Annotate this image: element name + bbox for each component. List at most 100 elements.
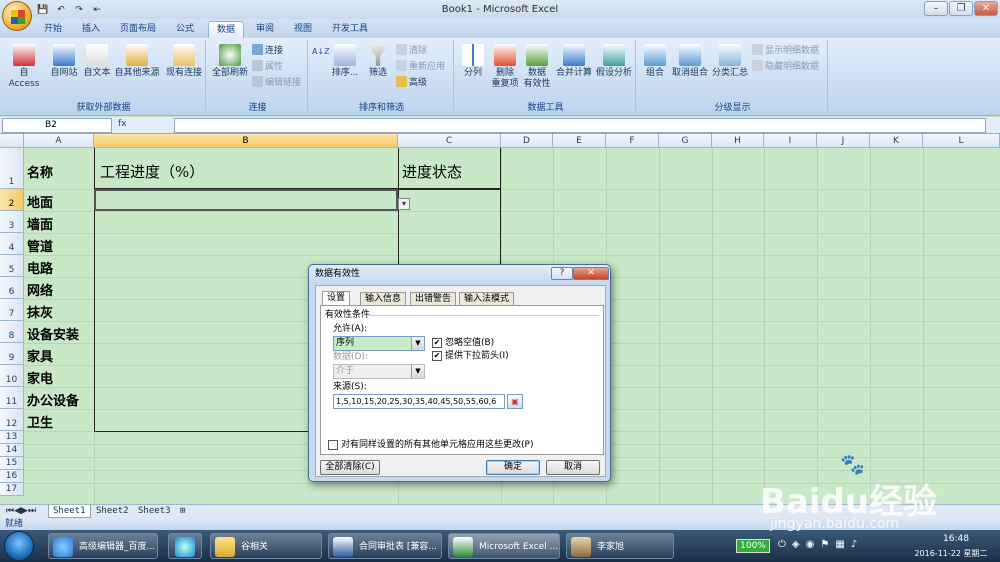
row-header-9[interactable]: 9	[0, 343, 24, 365]
sheet-tab-2[interactable]: Sheet2	[92, 505, 133, 518]
ignore-blank-checkbox[interactable]: ✔	[432, 338, 442, 348]
task-browser[interactable]: 高级编辑器_百度...	[48, 533, 158, 559]
in-cell-dropdown-checkbox[interactable]: ✔	[432, 351, 442, 361]
insert-sheet-icon[interactable]: ⊞	[176, 505, 189, 518]
tab-page-layout[interactable]: 页面布局	[112, 21, 164, 38]
column-header-e[interactable]: E	[553, 134, 606, 148]
sort-button[interactable]: 排序...	[330, 44, 360, 79]
cell-a7[interactable]: 抹灰	[27, 302, 53, 321]
customize-qat-icon[interactable]: ⇤	[90, 3, 104, 17]
sheet-tab-3[interactable]: Sheet3	[134, 505, 175, 518]
tab-insert[interactable]: 插入	[74, 21, 108, 38]
allow-dropdown[interactable]: 序列 ▼	[333, 336, 425, 351]
row-header-12[interactable]: 12	[0, 409, 24, 431]
task-image[interactable]: 李家旭	[566, 533, 674, 559]
insert-function-icon[interactable]: fx	[118, 118, 172, 133]
edit-links-button[interactable]: 编辑链接	[252, 76, 301, 89]
hide-detail-button[interactable]: 隐藏明细数据	[752, 60, 819, 73]
column-header-j[interactable]: J	[817, 134, 870, 148]
restore-button[interactable]: ❐	[949, 1, 973, 16]
dialog-close-button[interactable]: ✕	[573, 267, 609, 280]
save-icon[interactable]: 💾	[36, 3, 50, 17]
row-header-5[interactable]: 5	[0, 255, 24, 277]
plug-icon[interactable]: ⏻	[778, 539, 786, 550]
column-header-l[interactable]: L	[923, 134, 1000, 148]
sort-az-icon[interactable]: A↓Z	[312, 46, 330, 58]
dialog-help-button[interactable]: ?	[551, 267, 573, 280]
from-other-sources-button[interactable]: 自其他来源	[112, 44, 162, 79]
undo-icon[interactable]: ↶	[54, 3, 68, 17]
cell-a11[interactable]: 办公设备	[27, 390, 79, 409]
clock-time[interactable]: 16:48	[926, 534, 986, 544]
tab-review[interactable]: 审阅	[248, 21, 282, 38]
collapse-dialog-icon[interactable]: ▣	[507, 394, 523, 409]
sheet-tab-1[interactable]: Sheet1	[48, 505, 91, 518]
task-word[interactable]: 合同审批表 [兼容...	[328, 533, 442, 559]
shield-icon[interactable]: ◈	[792, 539, 800, 550]
row-header-11[interactable]: 11	[0, 387, 24, 409]
reapply-button[interactable]: 重新应用	[396, 60, 445, 73]
row-header-2[interactable]: 2	[0, 189, 24, 211]
column-header-c[interactable]: C	[398, 134, 501, 148]
cell-a5[interactable]: 电路	[27, 258, 53, 277]
column-header-h[interactable]: H	[712, 134, 764, 148]
cell-dropdown-arrow-icon[interactable]: ▾	[398, 198, 410, 210]
cell-a1[interactable]: 名称	[27, 162, 53, 181]
name-box[interactable]: B2	[2, 118, 112, 133]
task-ie[interactable]	[168, 533, 202, 559]
consolidate-button[interactable]: 合并计算	[554, 44, 594, 79]
row-header-3[interactable]: 3	[0, 211, 24, 233]
from-text-button[interactable]: 自文本	[82, 44, 112, 79]
existing-connections-button[interactable]: 现有连接	[164, 44, 204, 79]
clear-all-button[interactable]: 全部清除(C)	[320, 460, 380, 475]
cell-a4[interactable]: 管道	[27, 236, 53, 255]
cell-c1[interactable]: 进度状态	[402, 161, 462, 182]
row-header-10[interactable]: 10	[0, 365, 24, 387]
cell-a2[interactable]: 地面	[27, 192, 53, 211]
row-header-8[interactable]: 8	[0, 321, 24, 343]
connections-button[interactable]: 连接	[252, 44, 283, 57]
formula-input[interactable]	[174, 118, 986, 133]
subtotal-button[interactable]: 分类汇总	[710, 44, 750, 79]
cell-b1[interactable]: 工程进度（%）	[100, 161, 204, 182]
column-header-g[interactable]: G	[659, 134, 712, 148]
advanced-button[interactable]: 高级	[396, 76, 427, 89]
cell-a12[interactable]: 卫生	[27, 412, 53, 431]
data-validation-button[interactable]: 数据 有效性	[522, 44, 552, 90]
tab-input-message[interactable]: 输入信息	[360, 292, 407, 306]
row-header-14[interactable]: 14	[0, 444, 24, 457]
redo-icon[interactable]: ↷	[72, 3, 86, 17]
clock-date[interactable]: 2016-11-22 星期二	[902, 548, 1000, 559]
from-access-button[interactable]: 自 Access	[4, 44, 44, 90]
flag-icon[interactable]: ⚑	[820, 539, 829, 550]
remove-duplicates-button[interactable]: 删除 重复项	[490, 44, 520, 90]
apply-all-checkbox[interactable]	[328, 440, 338, 450]
cell-a9[interactable]: 家具	[27, 346, 53, 365]
cell-a10[interactable]: 家电	[27, 368, 53, 387]
start-button[interactable]	[4, 531, 34, 561]
row-header-4[interactable]: 4	[0, 233, 24, 255]
group-button[interactable]: 组合	[640, 44, 670, 79]
from-web-button[interactable]: 自网站	[46, 44, 82, 79]
office-button[interactable]	[2, 1, 32, 31]
column-header-a[interactable]: A	[24, 134, 94, 148]
row-header-16[interactable]: 16	[0, 470, 24, 483]
text-to-columns-button[interactable]: 分列	[458, 44, 488, 79]
clear-button[interactable]: 清除	[396, 44, 427, 57]
row-header-15[interactable]: 15	[0, 457, 24, 470]
tab-view[interactable]: 视图	[286, 21, 320, 38]
cell-a3[interactable]: 墙面	[27, 214, 53, 233]
tab-data[interactable]: 数据	[208, 21, 244, 38]
ungroup-button[interactable]: 取消组合	[670, 44, 710, 79]
data-dropdown[interactable]: 介于 ▼	[333, 364, 425, 379]
minimize-button[interactable]: –	[924, 1, 948, 16]
tab-home[interactable]: 开始	[36, 21, 70, 38]
filter-button[interactable]: 筛选	[364, 44, 392, 79]
refresh-all-button[interactable]: 全部刷新	[210, 44, 250, 79]
tab-settings[interactable]: 设置	[322, 291, 351, 306]
network-icon[interactable]: ▦	[835, 539, 844, 550]
volume-icon[interactable]: ♪	[851, 539, 857, 550]
cancel-button[interactable]: 取消	[546, 460, 600, 475]
column-header-i[interactable]: I	[764, 134, 817, 148]
row-header-17[interactable]: 17	[0, 483, 24, 496]
